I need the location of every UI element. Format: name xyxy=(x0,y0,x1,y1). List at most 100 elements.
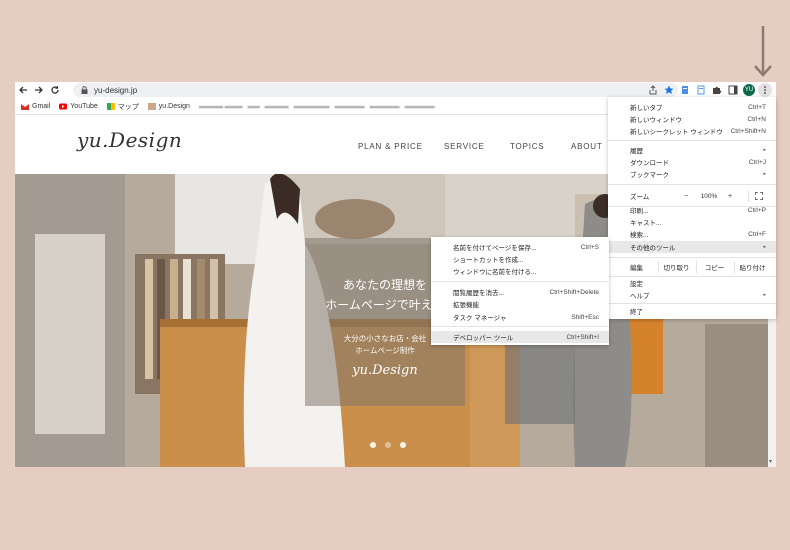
menu-item-shortcut: Ctrl+Shift+N xyxy=(730,127,766,135)
submenu-create-shortcut[interactable]: ショートカットを作成... xyxy=(431,253,609,265)
menu-item-label: 設定 xyxy=(630,281,643,288)
reload-button[interactable] xyxy=(47,82,63,98)
profile-button[interactable]: YU xyxy=(742,83,756,97)
share-icon xyxy=(649,85,657,95)
zoom-in-button[interactable]: + xyxy=(722,190,738,202)
menu-edit-row: 編集 切り取り コピー 貼り付け xyxy=(608,261,776,273)
slider-dot-1[interactable] xyxy=(370,442,376,448)
bookmark-label: マップ xyxy=(117,103,139,111)
back-button[interactable] xyxy=(15,82,31,98)
slider-dot-3[interactable] xyxy=(400,442,406,448)
fullscreen-button[interactable] xyxy=(748,190,768,202)
bookmark-yu-design[interactable]: yu.Design xyxy=(147,103,190,110)
menu-new-tab[interactable]: 新しいタブ Ctrl+T xyxy=(608,101,776,113)
submenu-item-label: 名前を付けてページを保存... xyxy=(453,245,537,252)
menu-item-label: 新しいタブ xyxy=(630,105,663,112)
copy-button[interactable]: コピー xyxy=(696,261,732,273)
submenu-divider xyxy=(431,326,609,327)
extension-2-button[interactable] xyxy=(694,83,708,97)
site-logo[interactable]: yu.Design xyxy=(77,128,182,152)
menu-bookmarks[interactable]: ブックマーク ▸ xyxy=(608,168,776,180)
submenu-clear-browsing-data[interactable]: 閲覧履歴を消去... Ctrl+Shift+Delete xyxy=(431,286,609,298)
submenu-item-label: タスク マネージャ xyxy=(453,315,507,322)
puzzle-icon xyxy=(713,86,722,94)
submenu-extensions[interactable]: 拡張機能 xyxy=(431,298,609,310)
nav-service[interactable]: SERVICE xyxy=(444,142,485,151)
zoom-out-button[interactable]: − xyxy=(678,190,694,202)
menu-divider xyxy=(608,140,776,141)
sidepanel-button[interactable] xyxy=(726,83,740,97)
browser-toolbar: yu-design.jp YU xyxy=(15,82,776,98)
back-arrow-icon xyxy=(19,86,27,94)
menu-item-shortcut: Ctrl+J xyxy=(748,158,766,166)
slider-dot-2[interactable] xyxy=(385,442,391,448)
address-bar[interactable]: yu-design.jp xyxy=(73,83,678,97)
chrome-menu-button[interactable] xyxy=(758,83,772,97)
menu-item-label: 履歴 xyxy=(630,148,643,155)
menu-item-label: 新しいウィンドウ xyxy=(630,117,682,124)
paste-button[interactable]: 貼り付け xyxy=(734,261,770,273)
submenu-divider xyxy=(431,281,609,282)
chrome-main-menu: 新しいタブ Ctrl+T 新しいウィンドウ Ctrl+N 新しいシークレット ウィン… xyxy=(608,97,776,319)
menu-settings[interactable]: 設定 xyxy=(608,277,776,289)
menu-item-label: ヘルプ xyxy=(630,293,650,300)
forward-button[interactable] xyxy=(31,82,47,98)
nav-about[interactable]: ABOUT xyxy=(571,142,603,151)
submenu-developer-tools[interactable]: デベロッパー ツール Ctrl+Shift+I xyxy=(431,331,609,343)
bookmark-label: Gmail xyxy=(32,103,51,110)
submenu-task-manager[interactable]: タスク マネージャ Shift+Esc xyxy=(431,311,609,323)
hero-logo: yu.Design xyxy=(352,363,418,378)
zoom-label: ズーム xyxy=(630,194,650,201)
menu-print[interactable]: 印刷... Ctrl+P xyxy=(608,204,776,216)
menu-item-label: ブックマーク xyxy=(630,172,669,179)
menu-new-incognito[interactable]: 新しいシークレット ウィンドウ Ctrl+Shift+N xyxy=(608,125,776,137)
zoom-level: 100% xyxy=(700,192,718,200)
youtube-icon xyxy=(59,103,68,110)
menu-item-label: 終了 xyxy=(630,309,643,316)
menu-zoom-row: ズーム − 100% + xyxy=(608,190,776,202)
submenu-item-label: 閲覧履歴を消去... xyxy=(453,290,504,297)
menu-find[interactable]: 検索... Ctrl+F xyxy=(608,228,776,240)
more-tools-submenu: 名前を付けてページを保存... Ctrl+S ショートカットを作成... ウィンド… xyxy=(431,237,609,345)
edit-label: 編集 xyxy=(630,265,643,272)
menu-help[interactable]: ヘルプ ▸ xyxy=(608,289,776,301)
share-button[interactable] xyxy=(646,83,660,97)
submenu-item-label: ウィンドウに名前を付ける... xyxy=(453,269,537,276)
menu-exit[interactable]: 終了 xyxy=(608,305,776,317)
gmail-icon xyxy=(21,104,29,110)
menu-item-label: 印刷... xyxy=(630,208,649,215)
avatar: YU xyxy=(743,84,755,96)
kebab-menu-icon xyxy=(764,86,766,94)
submenu-item-shortcut: Ctrl+Shift+I xyxy=(566,333,599,341)
star-icon xyxy=(664,85,674,94)
menu-divider xyxy=(608,303,776,304)
menu-item-shortcut: Ctrl+T xyxy=(748,103,766,111)
nav-plan-price[interactable]: PLAN & PRICE xyxy=(358,142,423,151)
submenu-save-page[interactable]: 名前を付けてページを保存... Ctrl+S xyxy=(431,241,609,253)
submenu-item-label: デベロッパー ツール xyxy=(453,335,514,342)
menu-cast[interactable]: キャスト... xyxy=(608,216,776,228)
bookmark-maps[interactable]: マップ xyxy=(106,102,139,112)
bookmarks-blurred: ▬▬▬▬ ▬▬▬ ▬▬ ▬▬▬▬ ▬▬▬▬▬▬ ▬▬▬▬▬ ▬▬▬▬▬ ▬▬▬▬… xyxy=(198,103,435,110)
scroll-down-icon[interactable]: ▾ xyxy=(769,459,775,465)
bookmark-star-button[interactable] xyxy=(662,83,676,97)
submenu-item-shortcut: Shift+Esc xyxy=(571,313,599,321)
extension-doc-icon xyxy=(682,86,688,94)
chevron-right-icon: ▸ xyxy=(763,147,766,153)
menu-more-tools[interactable]: その他のツール ▸ xyxy=(608,241,776,253)
extensions-button[interactable] xyxy=(710,83,724,97)
submenu-item-label: 拡張機能 xyxy=(453,302,479,309)
bookmark-label: YouTube xyxy=(70,103,98,110)
menu-item-label: その他のツール xyxy=(630,245,676,252)
menu-history[interactable]: 履歴 ▸ xyxy=(608,144,776,156)
menu-item-shortcut: Ctrl+F xyxy=(748,230,766,238)
menu-downloads[interactable]: ダウンロード Ctrl+J xyxy=(608,156,776,168)
cut-button[interactable]: 切り取り xyxy=(658,261,694,273)
submenu-name-window[interactable]: ウィンドウに名前を付ける... xyxy=(431,265,609,277)
menu-divider xyxy=(608,257,776,258)
bookmark-gmail[interactable]: Gmail xyxy=(21,103,50,110)
bookmark-youtube[interactable]: YouTube xyxy=(59,103,98,110)
nav-topics[interactable]: TOPICS xyxy=(510,142,544,151)
extension-1-button[interactable] xyxy=(678,83,692,97)
menu-new-window[interactable]: 新しいウィンドウ Ctrl+N xyxy=(608,113,776,125)
